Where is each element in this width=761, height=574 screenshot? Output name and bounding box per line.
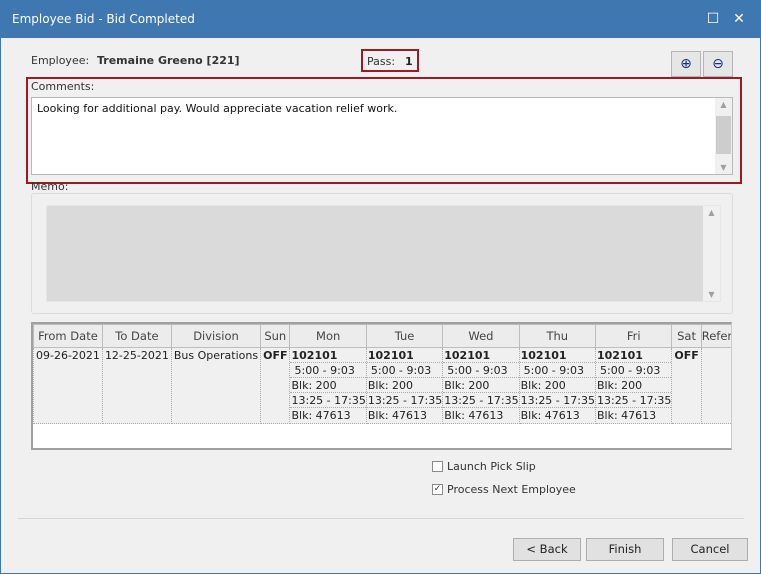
window-title: Employee Bid - Bid Completed bbox=[12, 12, 195, 26]
day-cell: 102101 5:00 - 9:03 Blk: 200 13:25 - 17:35 Bl… bbox=[442, 347, 520, 424]
zoom-out-icon: ⊖ bbox=[712, 56, 724, 72]
blk1-text: Blk: 200 bbox=[366, 378, 443, 393]
column-header[interactable]: Sat bbox=[671, 324, 702, 348]
time2-text: 13:25 - 17:35 bbox=[366, 394, 443, 408]
sun-cell: OFF bbox=[260, 347, 291, 424]
bid-table: From Date To Date Division Sun Mon Tue Wed Thu F… bbox=[33, 324, 731, 424]
process-next-employee-checkbox[interactable]: ✓ Process Next Employee bbox=[432, 483, 576, 496]
cancel-button[interactable]: Cancel bbox=[672, 538, 748, 561]
close-icon[interactable]: ✕ bbox=[729, 9, 749, 29]
run-text: 102101 bbox=[595, 348, 672, 363]
zoom-in-icon: ⊕ bbox=[680, 56, 692, 72]
blk1-text: Blk: 200 bbox=[519, 378, 595, 393]
memo-label: Memo: bbox=[31, 180, 69, 193]
column-header[interactable]: Wed bbox=[442, 324, 520, 348]
column-header[interactable]: From Date bbox=[33, 324, 103, 348]
blk1-text: Blk: 200 bbox=[290, 378, 366, 393]
blk1-text: Blk: 200 bbox=[595, 378, 672, 393]
launch-pick-slip-label: Launch Pick Slip bbox=[447, 460, 536, 473]
run-text: 102101 bbox=[443, 348, 519, 363]
column-header[interactable]: Reference bbox=[700, 324, 731, 348]
column-header[interactable]: Thu bbox=[518, 324, 596, 348]
run-text: 102101 bbox=[366, 348, 443, 363]
memo-textarea[interactable]: ▲ ▼ bbox=[46, 205, 721, 302]
comments-text: Looking for additional pay. Would apprec… bbox=[37, 102, 398, 115]
run-text: 102101 bbox=[519, 348, 595, 363]
blk1-text: Blk: 200 bbox=[443, 378, 519, 393]
finish-button[interactable]: Finish bbox=[586, 538, 664, 561]
process-next-employee-label: Process Next Employee bbox=[447, 483, 576, 496]
reference-cell bbox=[700, 347, 731, 424]
from-date-cell: 09-26-2021 bbox=[33, 347, 103, 424]
time1-text: 5:00 - 9:03 bbox=[290, 363, 366, 378]
bid-grid[interactable]: From Date To Date Division Sun Mon Tue Wed Thu F… bbox=[31, 322, 732, 450]
employee-label: Employee: bbox=[31, 54, 90, 67]
blk2-text: Blk: 47613 bbox=[444, 409, 504, 422]
comments-label: Comments: bbox=[31, 80, 95, 93]
time1-text: 5:00 - 9:03 bbox=[519, 363, 595, 378]
memo-scrollbar[interactable]: ▲ ▼ bbox=[703, 206, 720, 301]
maximize-icon[interactable]: ☐ bbox=[703, 9, 723, 29]
time1-text: 5:00 - 9:03 bbox=[595, 363, 672, 378]
time1-text: 5:00 - 9:03 bbox=[366, 363, 443, 378]
pass-value: 1 bbox=[405, 55, 413, 68]
employee-name: Tremaine Greeno [221] bbox=[97, 54, 240, 67]
day-cell: 102101 5:00 - 9:03 Blk: 200 13:25 - 17:35 Bl… bbox=[594, 347, 673, 424]
zoom-out-button[interactable]: ⊖ bbox=[703, 51, 733, 77]
day-cell: 102101 5:00 - 9:03 Blk: 200 13:25 - 17:35 Bl… bbox=[518, 347, 596, 424]
column-header[interactable]: Fri bbox=[594, 324, 673, 348]
table-row[interactable]: 09-26-2021 12-25-2021 Bus Operations OFF 102… bbox=[33, 347, 731, 424]
column-header[interactable]: Sun bbox=[260, 324, 291, 348]
blk2-text: Blk: 47613 bbox=[520, 409, 580, 422]
comments-textarea[interactable]: Looking for additional pay. Would apprec… bbox=[31, 97, 733, 175]
time2-text: 13:25 - 17:35 bbox=[290, 394, 366, 408]
time2-text: 13:25 - 17:35 bbox=[519, 394, 595, 408]
title-bar: Employee Bid - Bid Completed ☐ ✕ bbox=[0, 0, 761, 38]
checkbox-box[interactable] bbox=[432, 461, 443, 472]
column-header[interactable]: Tue bbox=[365, 324, 444, 348]
to-date-cell: 12-25-2021 bbox=[101, 347, 172, 424]
checkbox-box[interactable]: ✓ bbox=[432, 484, 443, 495]
blk2-text: Blk: 47613 bbox=[367, 409, 428, 422]
column-header[interactable]: Mon bbox=[289, 324, 367, 348]
pass-label: Pass: bbox=[367, 55, 396, 68]
column-header[interactable]: Division bbox=[170, 324, 262, 348]
division-cell: Bus Operations bbox=[170, 347, 262, 424]
pass-box: Pass: 1 bbox=[361, 49, 419, 72]
sat-cell: OFF bbox=[671, 347, 702, 424]
launch-pick-slip-checkbox[interactable]: Launch Pick Slip bbox=[432, 460, 536, 473]
day-cell: 102101 5:00 - 9:03 Blk: 200 13:25 - 17:35 Bl… bbox=[365, 347, 444, 424]
back-button[interactable]: < Back bbox=[513, 538, 581, 561]
time2-text: 13:25 - 17:35 bbox=[595, 394, 672, 408]
memo-group: ▲ ▼ bbox=[31, 193, 733, 314]
column-header[interactable]: To Date bbox=[101, 324, 172, 348]
time1-text: 5:00 - 9:03 bbox=[443, 363, 519, 378]
divider bbox=[18, 518, 744, 519]
blk2-text: Blk: 47613 bbox=[291, 409, 351, 422]
blk2-text: Blk: 47613 bbox=[596, 409, 657, 422]
time2-text: 13:25 - 17:35 bbox=[443, 394, 519, 408]
zoom-in-button[interactable]: ⊕ bbox=[671, 51, 701, 77]
comments-scrollbar[interactable]: ▲ ▼ bbox=[715, 98, 732, 174]
run-text: 102101 bbox=[290, 348, 366, 363]
day-cell: 102101 5:00 - 9:03 Blk: 200 13:25 - 17:35 Bl… bbox=[289, 347, 367, 424]
